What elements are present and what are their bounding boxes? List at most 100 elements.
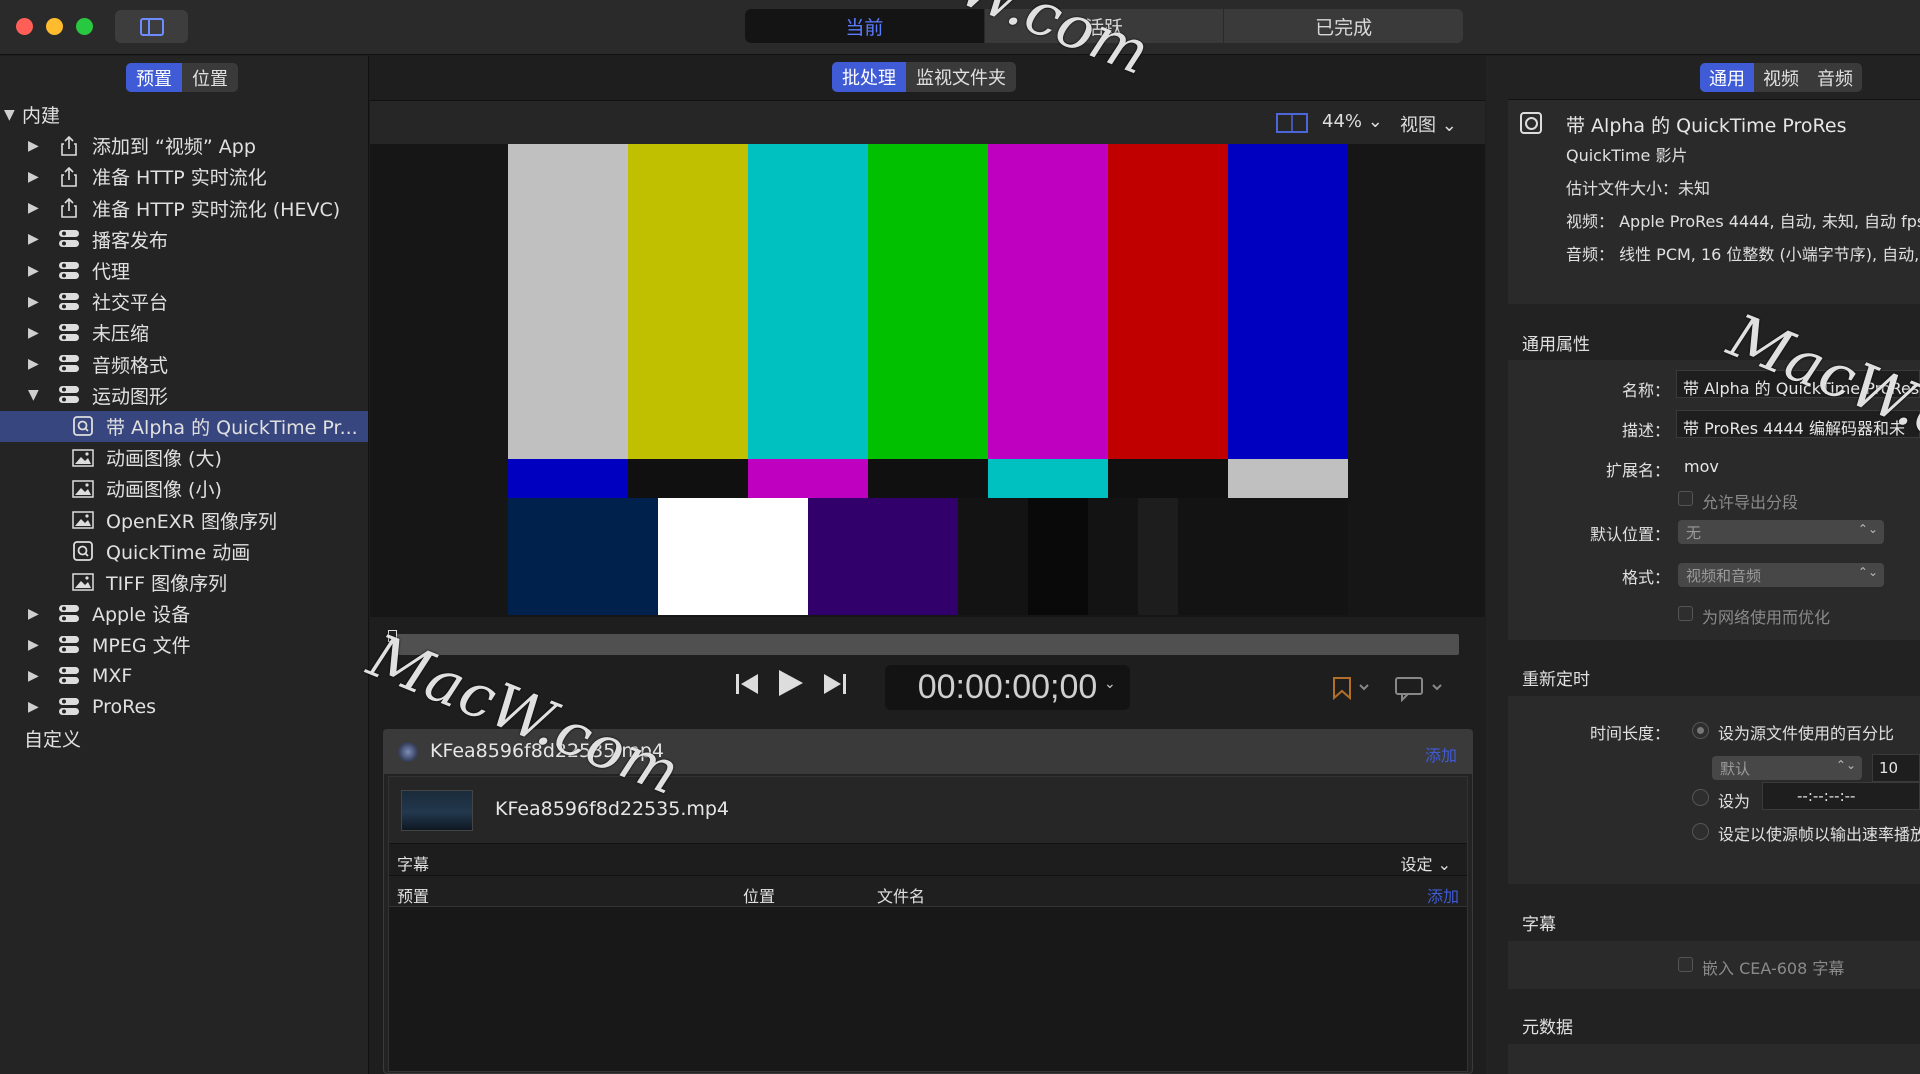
retime-default-popup[interactable]: 默认 ⌃⌄ xyxy=(1712,756,1862,780)
disclosure-collapsed-icon[interactable]: ▶ xyxy=(28,200,46,216)
tab-video[interactable]: 视频 xyxy=(1754,63,1808,92)
disclosure-collapsed-icon[interactable]: ▶ xyxy=(28,325,46,341)
preset-tree-item[interactable]: 带 Alpha 的 QuickTime Pr... xyxy=(0,410,368,443)
preset-tree-item[interactable]: 自定义 xyxy=(0,723,368,754)
tab-completed[interactable]: 已完成 xyxy=(1223,9,1463,43)
batch-job: KFea8596f8d22535.mp4 添加 KFea8596f8d22535… xyxy=(383,729,1473,1074)
color-bar-top xyxy=(1228,144,1348,459)
duration-timecode-field[interactable]: --:--:--:-- xyxy=(1762,782,1920,810)
add-output-button[interactable]: 添加 xyxy=(1427,883,1459,907)
preset-tree-label: 动画图像 (小) xyxy=(106,479,222,502)
preset-tree-item[interactable]: QuickTime 动画 xyxy=(0,536,368,567)
timecode-display[interactable]: 00:00:00;00 xyxy=(885,665,1130,710)
preset-tree-item[interactable]: ▼ 内建 xyxy=(0,99,368,130)
preset-tree-item[interactable]: ▶ 播客发布 xyxy=(0,224,368,255)
minimize-window-button[interactable] xyxy=(46,18,63,35)
name-field[interactable]: 带 Alpha 的 QuickTime ProRes xyxy=(1676,370,1920,398)
preset-tree-item[interactable]: 动画图像 (大) xyxy=(0,442,368,473)
disclosure-expanded-icon[interactable]: ▼ xyxy=(4,107,22,123)
caption-icon[interactable] xyxy=(1394,676,1446,702)
preset-tree-item[interactable]: TIFF 图像序列 xyxy=(0,567,368,598)
tab-watch-folders[interactable]: 监视文件夹 xyxy=(906,62,1016,92)
preset-tree-item[interactable]: ▼ 运动图形 xyxy=(0,380,368,411)
disclosure-collapsed-icon[interactable]: ▶ xyxy=(28,356,46,372)
allow-segments-checkbox[interactable] xyxy=(1678,491,1693,506)
previous-frame-icon[interactable] xyxy=(734,672,760,696)
share-icon xyxy=(61,166,77,187)
disclosure-collapsed-icon[interactable]: ▶ xyxy=(28,668,46,684)
web-optimize-label: 为网络使用而优化 xyxy=(1702,608,1831,627)
popup-arrows-icon: ⌃⌄ xyxy=(1857,565,1878,579)
set-duration-radio[interactable] xyxy=(1692,789,1709,806)
add-job-button[interactable]: 添加 xyxy=(1425,742,1457,766)
disclosure-collapsed-icon[interactable]: ▶ xyxy=(28,699,46,715)
timeline-scrubber[interactable] xyxy=(395,634,1459,655)
preset-tree-item[interactable]: ▶ 准备 HTTP 实时流化 (HEVC) xyxy=(0,193,368,224)
preset-group-icon xyxy=(59,292,79,310)
tab-batch[interactable]: 批处理 xyxy=(832,62,906,92)
marker-icon[interactable] xyxy=(1332,676,1372,700)
tab-locations[interactable]: 位置 xyxy=(182,63,238,92)
viewer-layout-icon[interactable] xyxy=(1276,113,1308,133)
preset-tree-item[interactable]: ▶ 添加到 “视频” App xyxy=(0,130,368,161)
preset-tree-item[interactable]: ▶ 代理 xyxy=(0,255,368,286)
default-location-popup[interactable]: 无 ⌃⌄ xyxy=(1678,520,1884,544)
source-clip-row[interactable]: KFea8596f8d22535.mp4 xyxy=(389,777,1467,843)
subtitles-label: 字幕 xyxy=(397,855,430,874)
disclosure-collapsed-icon[interactable]: ▶ xyxy=(28,169,46,185)
web-optimize-checkbox[interactable] xyxy=(1678,606,1693,621)
tab-general[interactable]: 通用 xyxy=(1700,63,1754,92)
preset-tree-item[interactable]: ▶ MXF xyxy=(0,660,368,691)
disclosure-collapsed-icon[interactable]: ▶ xyxy=(28,294,46,310)
video-viewer xyxy=(370,144,1485,617)
tab-presets[interactable]: 预置 xyxy=(126,63,182,92)
quicktime-icon-wrap xyxy=(72,541,94,562)
percent-radio[interactable] xyxy=(1692,722,1709,739)
inspector-content: 带 Alpha 的 QuickTime ProRes QuickTime 影片 … xyxy=(1486,99,1920,1074)
retime-default-value: 默认 xyxy=(1720,760,1751,778)
zoom-level-menu[interactable]: 44% ⌄ xyxy=(1322,111,1383,132)
disclosure-collapsed-icon[interactable]: ▶ xyxy=(28,231,46,247)
source-rate-label: 设定以使源帧以输出速率播放 xyxy=(1718,825,1920,844)
disclosure-collapsed-icon[interactable]: ▶ xyxy=(28,606,46,622)
color-bar-bottom xyxy=(508,498,659,615)
preset-tree-item[interactable]: ▶ 社交平台 xyxy=(0,286,368,317)
disclosure-collapsed-icon[interactable]: ▶ xyxy=(28,138,46,154)
disclosure-collapsed-icon[interactable]: ▶ xyxy=(28,263,46,279)
color-bar-middle xyxy=(1228,459,1348,498)
tab-current[interactable]: 当前 xyxy=(745,9,984,43)
chevron-down-icon[interactable]: ⌄ xyxy=(1104,676,1116,692)
general-properties: 名称： 带 Alpha 的 QuickTime ProRes 描述： 带 Pro… xyxy=(1508,360,1920,640)
sidebar-icon xyxy=(139,17,164,36)
preset-tree-item[interactable]: ▶ ProRes xyxy=(0,692,368,723)
format-popup[interactable]: 视频和音频 ⌃⌄ xyxy=(1678,563,1884,587)
group-icon-wrap xyxy=(58,229,80,249)
close-window-button[interactable] xyxy=(16,18,33,35)
preset-tree-item[interactable]: OpenEXR 图像序列 xyxy=(0,504,368,535)
preset-group-icon xyxy=(59,604,79,622)
disclosure-expanded-icon[interactable]: ▼ xyxy=(28,387,46,403)
image-icon xyxy=(72,448,94,467)
play-icon[interactable] xyxy=(777,668,805,698)
disclosure-collapsed-icon[interactable]: ▶ xyxy=(28,637,46,653)
view-menu[interactable]: 视图 ⌄ xyxy=(1400,111,1457,137)
preset-tree-item[interactable]: ▶ 准备 HTTP 实时流化 xyxy=(0,161,368,192)
settings-menu[interactable]: 设定 ⌄ xyxy=(1401,851,1452,875)
description-field[interactable]: 带 ProRes 4444 编解码器和未 xyxy=(1676,410,1920,438)
preset-tree-item[interactable]: 动画图像 (小) xyxy=(0,473,368,504)
embed-cea608-checkbox[interactable] xyxy=(1678,957,1693,972)
playhead[interactable] xyxy=(388,630,397,642)
tab-audio[interactable]: 音频 xyxy=(1808,63,1862,92)
preset-tree-item[interactable]: ▶ MPEG 文件 xyxy=(0,629,368,660)
next-frame-icon[interactable] xyxy=(822,672,848,696)
preset-tree-item[interactable]: ▶ 音频格式 xyxy=(0,349,368,380)
preset-tree-item[interactable]: ▶ Apple 设备 xyxy=(0,598,368,629)
source-rate-radio[interactable] xyxy=(1692,823,1709,840)
preset-group-icon xyxy=(59,261,79,279)
sidebar-toggle-button[interactable] xyxy=(115,10,188,43)
group-icon-wrap xyxy=(58,323,80,343)
preset-tree-item[interactable]: ▶ 未压缩 xyxy=(0,317,368,348)
tab-active[interactable]: 活跃 xyxy=(983,9,1224,43)
percent-field[interactable]: 10 xyxy=(1872,754,1920,782)
zoom-window-button[interactable] xyxy=(76,18,93,35)
